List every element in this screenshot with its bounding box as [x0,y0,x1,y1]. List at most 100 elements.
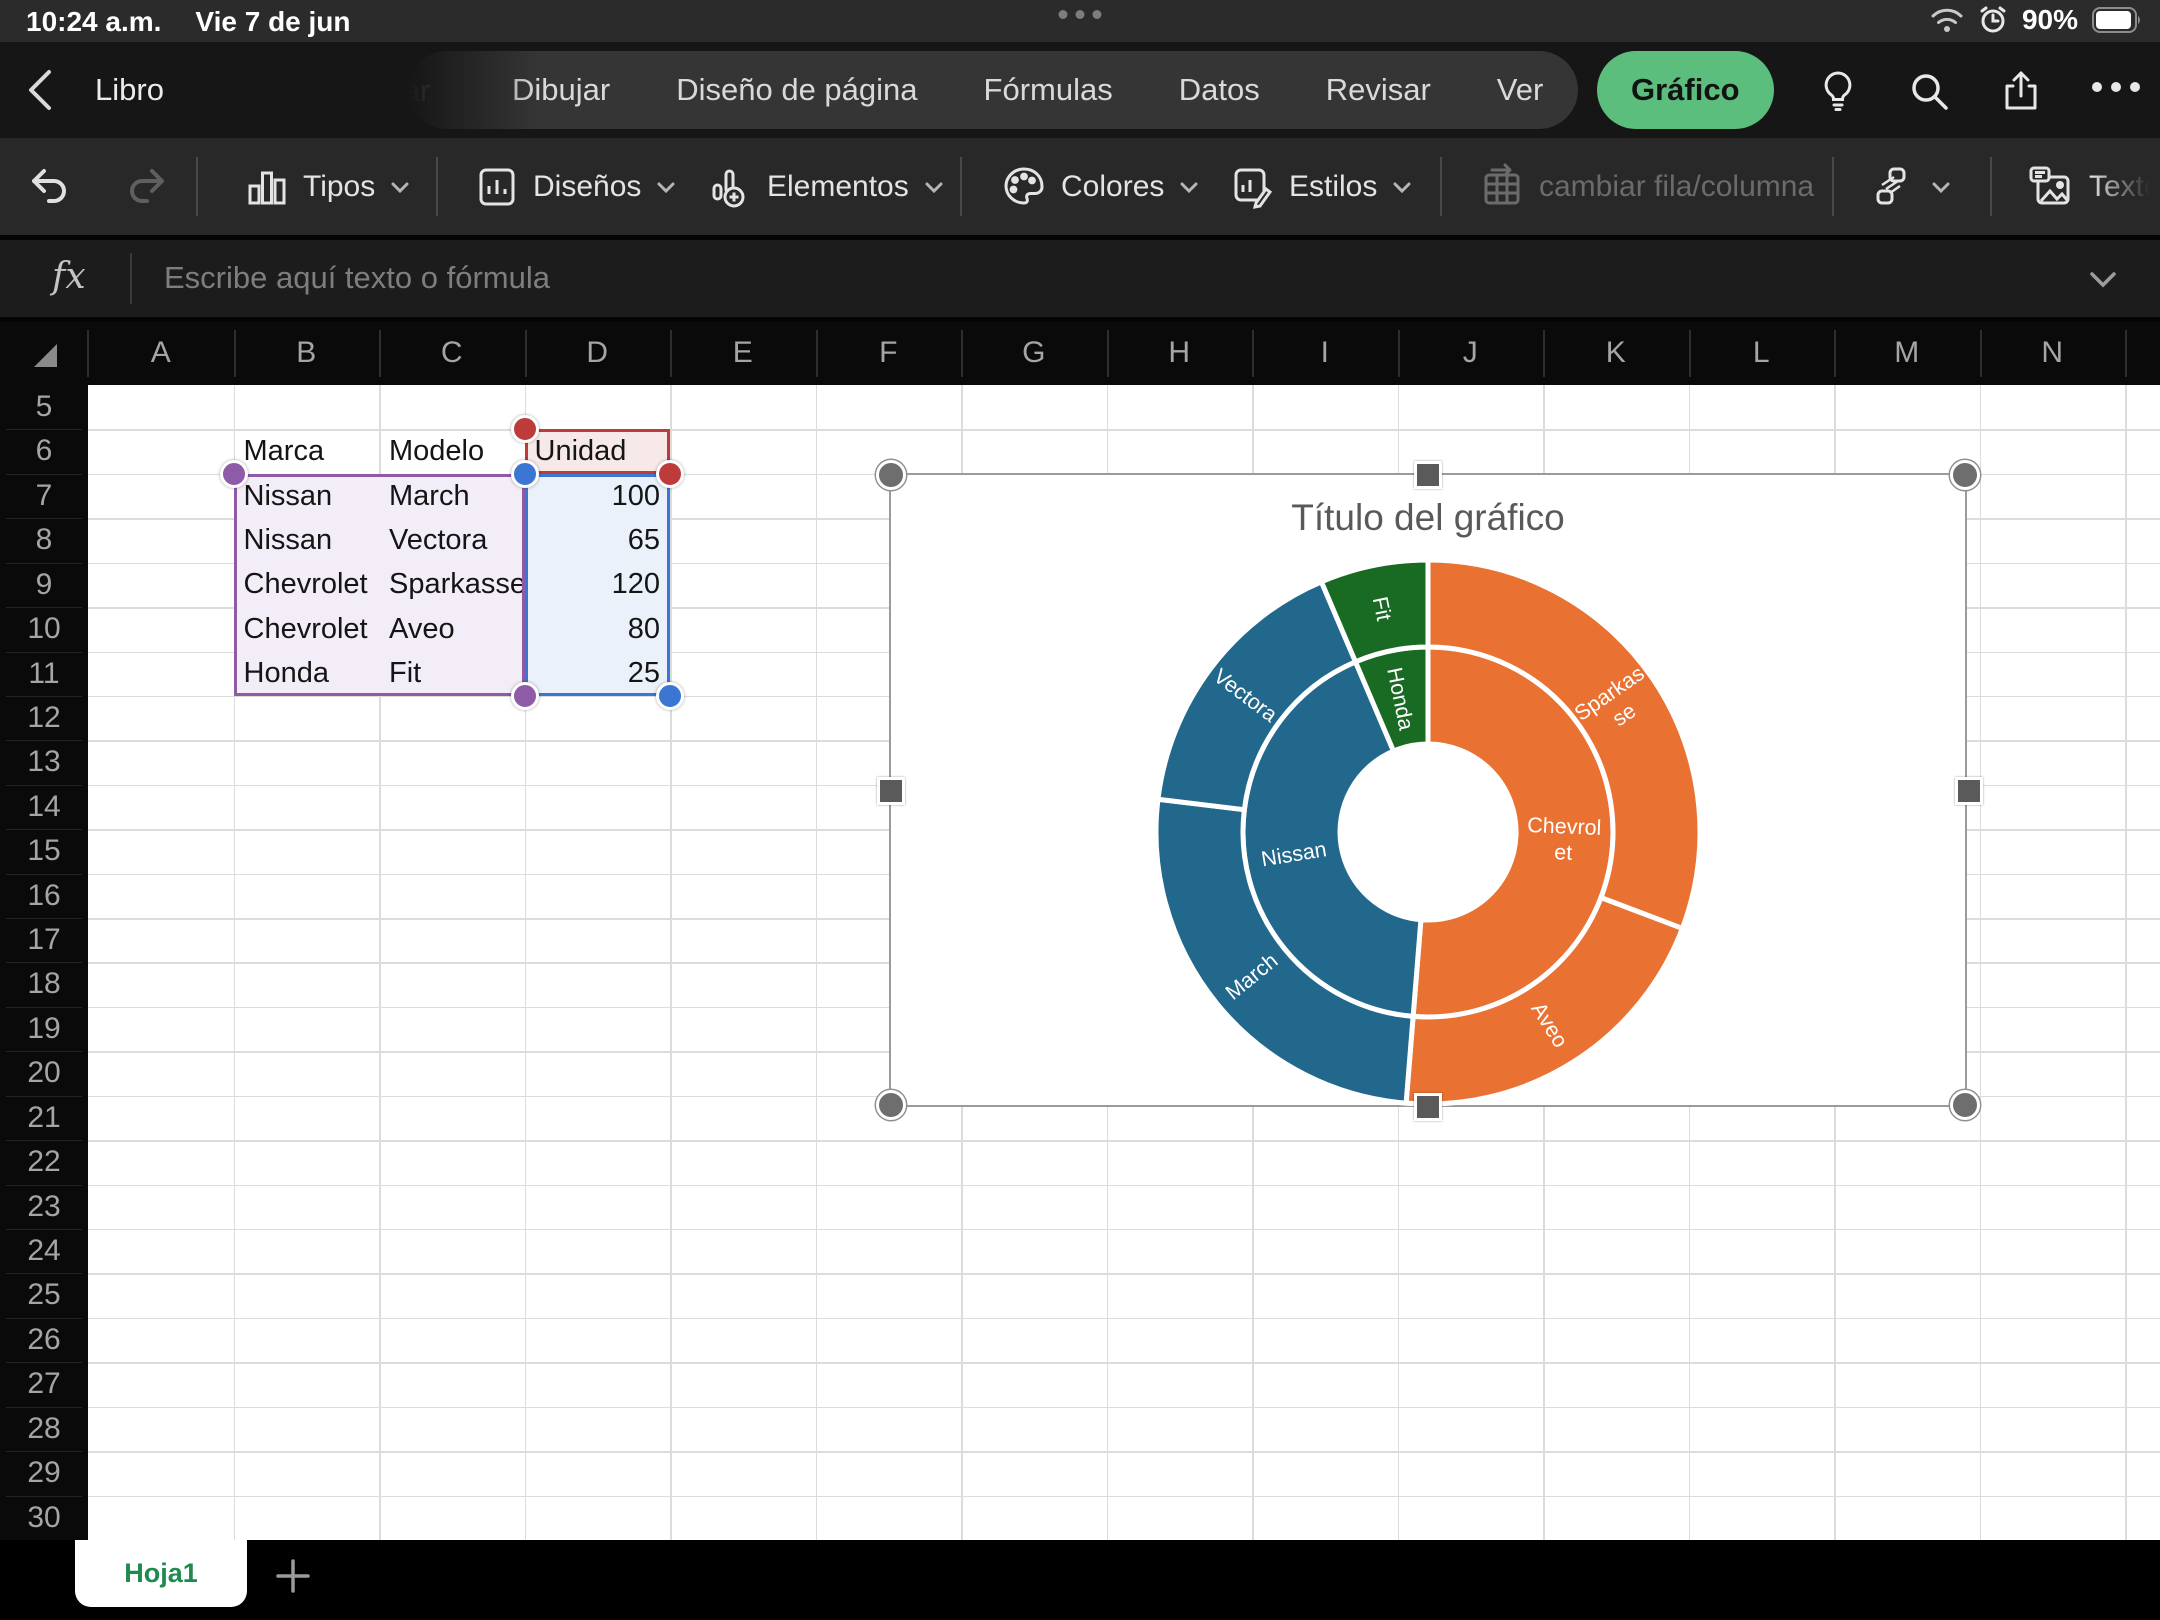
tab-ver[interactable]: Ver [1497,72,1544,108]
row-header-27[interactable]: 27 [0,1362,88,1406]
alarm-icon [1978,5,2008,35]
redo-button[interactable] [122,138,170,235]
select-all-corner[interactable] [30,340,60,370]
column-header-L[interactable]: L [1753,336,1770,370]
row-header-8[interactable]: 8 [0,518,88,562]
header-handle-top-left[interactable] [511,415,539,443]
row-header-25[interactable]: 25 [0,1273,88,1317]
row-header-5[interactable]: 5 [0,385,88,429]
row-header-23[interactable]: 23 [0,1185,88,1229]
chart-handle-top[interactable] [1414,461,1442,489]
values-handle-bottom-right[interactable] [656,682,684,710]
tab-revisar[interactable]: Revisar [1326,72,1431,108]
chart-colors-button[interactable]: Colores [1000,138,1201,235]
models-handle-top-left[interactable] [220,460,248,488]
tab-fórmulas[interactable]: Fórmulas [984,72,1113,108]
chart-layout-icon [474,164,520,210]
row-header-12[interactable]: 12 [0,696,88,740]
column-header-C[interactable]: C [441,336,463,370]
row-header-15[interactable]: 15 [0,829,88,873]
chart-object[interactable]: Título del gráfico ChevroletSparkasseAve… [889,473,1967,1107]
cell-marca-header[interactable]: Marca [244,429,325,473]
undo-button[interactable] [26,138,74,235]
chart-layouts-button[interactable]: Diseños [474,138,678,235]
column-header-A[interactable]: A [151,336,171,370]
row-header-28[interactable]: 28 [0,1407,88,1451]
chart-types-button[interactable]: Tipos [244,138,412,235]
tab-datos[interactable]: Datos [1179,72,1260,108]
column-header-N[interactable]: N [2041,336,2063,370]
chart-handle-bottom-right[interactable] [1950,1090,1980,1120]
header-separator [816,330,818,377]
row-header-20[interactable]: 20 [0,1051,88,1095]
chart-handle-bottom-left[interactable] [876,1090,906,1120]
chart-title[interactable]: Título del gráfico [891,497,1965,539]
chart-elements-button[interactable]: Elementos [706,138,946,235]
tab-grafico-active[interactable]: Gráfico [1597,51,1774,129]
search-icon[interactable] [1906,68,1952,114]
workbook-title[interactable]: Libro [95,72,164,108]
add-sheet-button[interactable] [272,1555,314,1597]
tab-dibujar[interactable]: Dibujar [512,72,610,108]
row-header-14[interactable]: 14 [0,785,88,829]
back-button[interactable] [22,66,56,114]
sheet-tab-hoja1[interactable]: Hoja1 [75,1540,247,1607]
row-header-22[interactable]: 22 [0,1140,88,1184]
tab-insertar-clipped[interactable]: tar [394,73,430,109]
cell-modelo-header[interactable]: Modelo [389,429,484,473]
row-header-29[interactable]: 29 [0,1451,88,1495]
row-header-21[interactable]: 21 [0,1096,88,1140]
column-header-F[interactable]: F [879,336,897,370]
arrange-button[interactable] [1868,138,1953,235]
sheet-tab-bar: Hoja1 [0,1540,2160,1620]
column-header-B[interactable]: B [296,336,316,370]
chart-handle-left[interactable] [877,777,905,805]
row-header-19[interactable]: 19 [0,1007,88,1051]
chart-handle-top-right[interactable] [1950,460,1980,490]
multitask-dots-icon[interactable] [1059,10,1102,19]
chart-handle-top-left[interactable] [876,460,906,490]
formula-input[interactable]: fx Escribe aquí texto o fórmula [0,240,2160,317]
values-handle-top-left[interactable] [511,460,539,488]
row-header-11[interactable]: 11 [0,652,88,696]
row-header-10[interactable]: 10 [0,607,88,651]
tab-diseño-de-página[interactable]: Diseño de página [676,72,917,108]
column-header-K[interactable]: K [1606,336,1626,370]
chevron-down-icon [654,175,678,199]
column-header-I[interactable]: I [1321,336,1329,370]
row-header-30[interactable]: 30 [0,1496,88,1540]
ideas-lightbulb-icon[interactable] [1815,68,1861,114]
row-header-17[interactable]: 17 [0,918,88,962]
formula-expand-chevron-icon[interactable] [2084,264,2122,294]
column-header-J[interactable]: J [1463,336,1478,370]
column-header-G[interactable]: G [1022,336,1045,370]
row-header-13[interactable]: 13 [0,740,88,784]
header-separator [6,652,82,653]
header-handle-bottom-right[interactable] [656,460,684,488]
gridline [88,1407,2160,1409]
header-separator [379,330,381,377]
row-header-9[interactable]: 9 [0,563,88,607]
column-header-M[interactable]: M [1894,336,1919,370]
switch-row-column-button[interactable]: cambiar fila/columna [1478,138,1814,235]
header-separator [1543,330,1545,377]
more-ellipsis-icon[interactable] [2090,80,2142,94]
column-header-D[interactable]: D [586,336,608,370]
row-header-18[interactable]: 18 [0,962,88,1006]
column-header-E[interactable]: E [733,336,753,370]
chart-styles-button[interactable]: Estilos [1228,138,1414,235]
sunburst-chart[interactable]: ChevroletSparkasseAveoNissanMarchVectora… [891,475,1969,1109]
models-handle-bottom-right[interactable] [511,682,539,710]
row-header-24[interactable]: 24 [0,1229,88,1273]
header-separator [6,1362,82,1363]
row-header-26[interactable]: 26 [0,1318,88,1362]
row-header-6[interactable]: 6 [0,429,88,473]
sheet-grid[interactable]: MarcaModeloUnidadNissanMarch100NissanVec… [88,385,2160,1540]
chart-handle-bottom[interactable] [1414,1093,1442,1121]
toolbar-divider [1440,157,1442,216]
chart-handle-right[interactable] [1955,777,1983,805]
row-header-7[interactable]: 7 [0,474,88,518]
row-header-16[interactable]: 16 [0,874,88,918]
column-header-H[interactable]: H [1168,336,1190,370]
share-icon[interactable] [1998,68,2044,114]
